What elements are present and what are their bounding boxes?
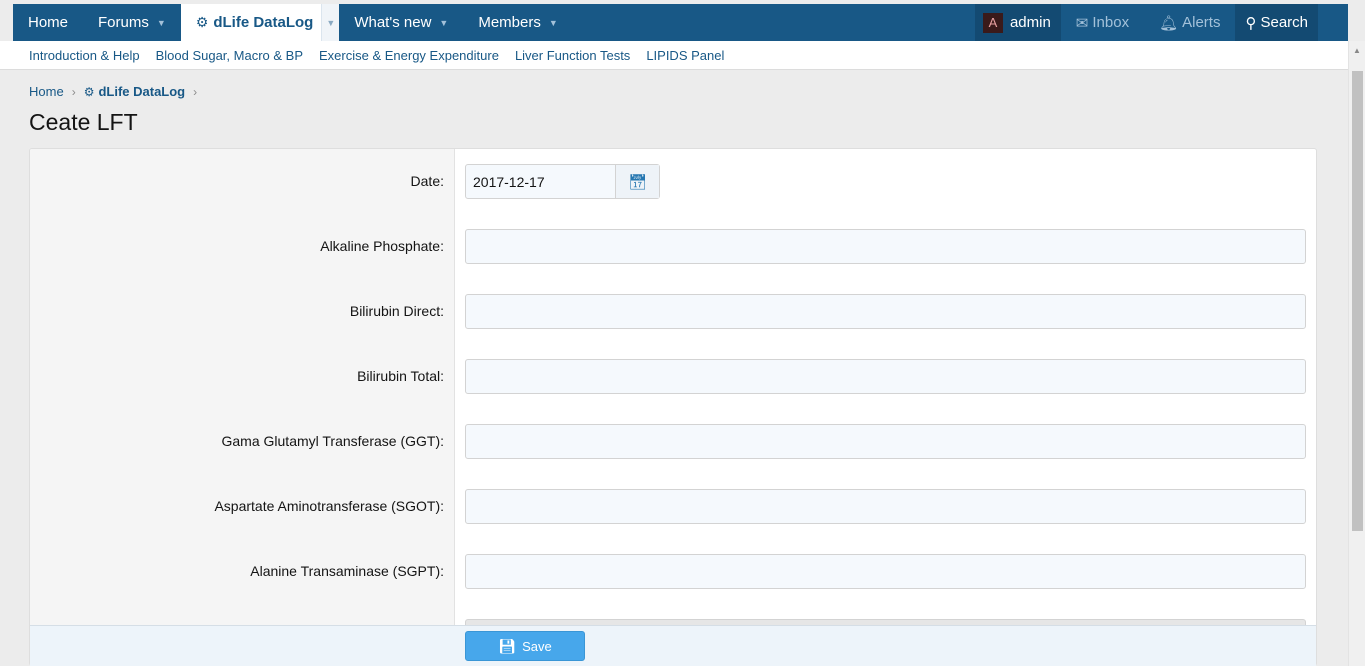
nav-members[interactable]: Members ▼ [463, 4, 572, 41]
gears-icon: ⚙ [195, 14, 209, 30]
inbox-label: Inbox [1092, 14, 1130, 31]
date-field[interactable]: 2017-12-17 [466, 165, 615, 198]
page-title: Ceate LFT [29, 109, 138, 135]
ggt-input[interactable] [465, 424, 1306, 459]
bilirubin-direct-label: Bilirubin Direct: [349, 303, 444, 319]
date-input-group: 2017-12-17 📅︎ [465, 164, 660, 199]
subnav-liver-function-tests[interactable]: Liver Function Tests [515, 48, 630, 63]
page-scrollbar[interactable]: ▲ [1348, 41, 1365, 666]
ggt-label: Gama Glutamyl Transferase (GGT): [221, 433, 445, 449]
sgpt-label: Alanine Transaminase (SGPT): [250, 563, 444, 579]
nav-members-label: Members [478, 14, 541, 31]
nav-forums-label: Forums [98, 14, 149, 31]
sgot-label: Aspartate Aminotransferase (SGOT): [214, 498, 444, 514]
alkaline-phosphate-input[interactable] [465, 229, 1306, 264]
nav-home-label: Home [28, 14, 69, 31]
form-label-column [30, 149, 455, 665]
nav-whats-new[interactable]: What's new ▼ [339, 4, 463, 41]
alerts-label: Alerts [1182, 14, 1221, 31]
search-icon: ⚲ [1245, 14, 1257, 32]
nav-whats-new-label: What's new [354, 14, 432, 31]
nav-dlife-datalog[interactable]: ⚙ dLife DataLog ▼ [180, 4, 340, 41]
breadcrumb-home[interactable]: Home [29, 84, 64, 99]
nav-right-group: A admin ✉ Inbox 🔔︎ Alerts ⚲ Search [974, 4, 1348, 41]
chevron-down-icon[interactable]: ▼ [157, 18, 166, 28]
calendar-icon[interactable]: 📅︎ [615, 165, 659, 198]
subnav-lipids-panel[interactable]: LIPIDS Panel [646, 48, 724, 63]
inbox-link[interactable]: ✉ Inbox [1061, 4, 1144, 41]
bilirubin-direct-input[interactable] [465, 294, 1306, 329]
nav-home[interactable]: Home [13, 4, 83, 41]
main-navbar: Home Forums ▼ ⚙ dLife DataLog ▼ What's n… [13, 4, 1348, 41]
chevron-down-icon[interactable]: ▼ [549, 18, 558, 28]
sub-navigation: Introduction & Help Blood Sugar, Macro &… [0, 41, 1348, 70]
chevron-down-icon[interactable]: ▼ [321, 4, 340, 41]
scrollbar-thumb[interactable] [1352, 71, 1363, 531]
breadcrumb: Home › ⚙ dLife DataLog › [29, 84, 205, 99]
bell-icon: 🔔︎ [1159, 14, 1179, 32]
subnav-introduction-help[interactable]: Introduction & Help [29, 48, 140, 63]
floppy-disk-icon: 💾︎ [498, 637, 517, 654]
subnav-exercise[interactable]: Exercise & Energy Expenditure [319, 48, 499, 63]
account-username: admin [1009, 14, 1051, 31]
chevron-right-icon: › [193, 84, 198, 99]
search-label: Search [1260, 14, 1308, 31]
subnav-blood-sugar[interactable]: Blood Sugar, Macro & BP [156, 48, 303, 63]
account-menu[interactable]: A admin [974, 4, 1061, 41]
envelope-icon: ✉ [1075, 14, 1089, 32]
bilirubin-total-label: Bilirubin Total: [357, 368, 444, 384]
sgot-input[interactable] [465, 489, 1306, 524]
gears-icon: ⚙ [83, 84, 95, 99]
chevron-down-icon[interactable]: ▼ [439, 18, 448, 28]
scroll-up-arrow-icon[interactable]: ▲ [1353, 46, 1361, 55]
nav-forums[interactable]: Forums ▼ [83, 4, 181, 41]
alkaline-phosphate-label: Alkaline Phosphate: [320, 238, 444, 254]
save-button-label: Save [522, 638, 552, 654]
form-submit-bar: 💾︎ Save [30, 625, 1316, 666]
sgpt-input[interactable] [465, 554, 1306, 589]
avatar: A [982, 12, 1003, 33]
lft-form-panel: Date: 2017-12-17 📅︎ Alkaline Phosphate: … [29, 148, 1317, 666]
save-button[interactable]: 💾︎ Save [465, 631, 585, 661]
search-button[interactable]: ⚲ Search [1235, 4, 1318, 41]
alerts-link[interactable]: 🔔︎ Alerts [1144, 4, 1235, 41]
breadcrumb-section[interactable]: dLife DataLog [98, 84, 185, 99]
bilirubin-total-input[interactable] [465, 359, 1306, 394]
date-label: Date: [410, 173, 444, 189]
chevron-right-icon: › [71, 84, 76, 99]
nav-dlife-datalog-label: dLife DataLog [213, 14, 314, 31]
